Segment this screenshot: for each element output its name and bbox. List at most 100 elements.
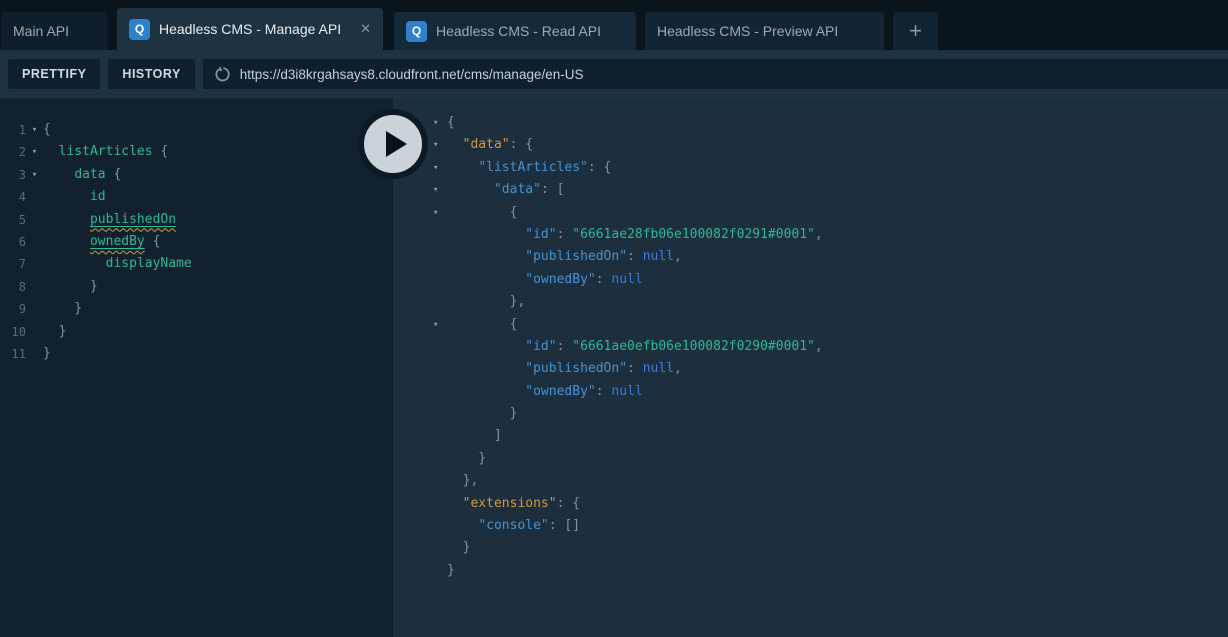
line-number: 9 xyxy=(0,298,26,320)
code-line: "ownedBy": null xyxy=(393,381,1228,403)
line-number: 11 xyxy=(0,343,26,365)
fold-gutter xyxy=(433,246,447,268)
code-line: 8 } xyxy=(0,276,393,298)
query-icon: Q xyxy=(406,21,427,42)
fold-gutter xyxy=(26,186,43,208)
code-line: ▾ "data": [ xyxy=(393,179,1228,201)
fold-gutter xyxy=(26,343,43,365)
code-text: "ownedBy": null xyxy=(447,381,643,403)
code-text: "console": [] xyxy=(447,515,580,537)
code-text: "publishedOn": null, xyxy=(447,246,682,268)
query-icon: Q xyxy=(129,19,150,40)
code-text: "listArticles": { xyxy=(447,157,611,179)
code-text: "data": [ xyxy=(447,179,564,201)
code-line: "publishedOn": null, xyxy=(393,358,1228,380)
line-number: 7 xyxy=(0,253,26,275)
code-text: ] xyxy=(447,425,502,447)
code-line: ▾{ xyxy=(393,112,1228,134)
fold-gutter xyxy=(433,381,447,403)
code-line: ▾ "data": { xyxy=(393,134,1228,156)
fold-gutter xyxy=(26,276,43,298)
code-text: } xyxy=(447,537,470,559)
code-text: } xyxy=(43,343,51,365)
execute-query-button[interactable] xyxy=(358,109,428,179)
line-number: 5 xyxy=(0,209,26,231)
code-line: 7 displayName xyxy=(0,253,393,275)
code-text: "data": { xyxy=(447,134,533,156)
query-editor-pane[interactable]: 1▾{2▾ listArticles {3▾ data {4 id5 publi… xyxy=(0,98,393,637)
fold-gutter xyxy=(26,298,43,320)
code-line: ▾ { xyxy=(393,202,1228,224)
code-line: "publishedOn": null, xyxy=(393,246,1228,268)
code-line: "ownedBy": null xyxy=(393,269,1228,291)
close-tab-icon[interactable]: ✕ xyxy=(350,21,371,37)
tab-headless-cms-read-api[interactable]: Q Headless CMS - Read API xyxy=(394,12,636,50)
code-text: { xyxy=(43,119,51,141)
code-text: } xyxy=(43,276,98,298)
line-number: 8 xyxy=(0,276,26,298)
fold-gutter xyxy=(433,403,447,425)
code-text: "id": "6661ae0efb06e100082f0290#0001", xyxy=(447,336,823,358)
code-text: } xyxy=(447,560,455,582)
code-line: ▾ "listArticles": { xyxy=(393,157,1228,179)
fold-arrow-icon[interactable]: ▾ xyxy=(26,164,43,186)
fold-arrow-icon[interactable]: ▾ xyxy=(433,134,447,156)
fold-gutter xyxy=(433,425,447,447)
line-number: 2 xyxy=(0,141,26,163)
fold-arrow-icon[interactable]: ▾ xyxy=(26,141,43,163)
code-line: 5 publishedOn xyxy=(0,209,393,231)
code-text: { xyxy=(447,314,517,336)
endpoint-url: https://d3i8krgahsays8.cloudfront.net/cm… xyxy=(240,67,584,82)
code-line: } xyxy=(393,403,1228,425)
code-line: ] xyxy=(393,425,1228,447)
graphql-playground-window: Main API Q Headless CMS - Manage API ✕ Q… xyxy=(0,0,1228,637)
tab-label: Main API xyxy=(13,23,69,39)
response-viewer: ▾{▾ "data": {▾ "listArticles": {▾ "data"… xyxy=(393,98,1228,582)
fold-arrow-icon[interactable]: ▾ xyxy=(433,179,447,201)
line-number: 6 xyxy=(0,231,26,253)
tab-label: Headless CMS - Preview API xyxy=(657,23,838,39)
code-text: ownedBy { xyxy=(43,231,160,253)
code-text: publishedOn xyxy=(43,209,176,231)
line-number: 10 xyxy=(0,321,26,343)
code-line: "extensions": { xyxy=(393,493,1228,515)
endpoint-url-field[interactable]: https://d3i8krgahsays8.cloudfront.net/cm… xyxy=(203,59,1228,89)
fold-arrow-icon[interactable]: ▾ xyxy=(433,157,447,179)
code-text: listArticles { xyxy=(43,141,168,163)
tab-headless-cms-preview-api[interactable]: Headless CMS - Preview API xyxy=(645,12,884,50)
code-line: "console": [] xyxy=(393,515,1228,537)
fold-arrow-icon[interactable]: ▾ xyxy=(433,112,447,134)
query-editor[interactable]: 1▾{2▾ listArticles {3▾ data {4 id5 publi… xyxy=(0,98,393,365)
code-line: 3▾ data { xyxy=(0,164,393,186)
fold-gutter xyxy=(26,321,43,343)
fold-gutter xyxy=(433,358,447,380)
prettify-button[interactable]: PRETTIFY xyxy=(8,59,100,89)
tab-headless-cms-manage-api[interactable]: Q Headless CMS - Manage API ✕ xyxy=(117,8,383,50)
code-text: }, xyxy=(447,470,478,492)
code-text: }, xyxy=(447,291,525,313)
fold-gutter xyxy=(433,537,447,559)
code-text: "id": "6661ae28fb06e100082f0291#0001", xyxy=(447,224,823,246)
code-text: } xyxy=(43,298,82,320)
refresh-icon xyxy=(214,66,231,83)
code-line: 10 } xyxy=(0,321,393,343)
code-line: 6 ownedBy { xyxy=(0,231,393,253)
fold-arrow-icon[interactable]: ▾ xyxy=(433,314,447,336)
fold-gutter xyxy=(433,493,447,515)
code-line: 9 } xyxy=(0,298,393,320)
code-text: } xyxy=(447,403,517,425)
code-line: "id": "6661ae0efb06e100082f0290#0001", xyxy=(393,336,1228,358)
fold-arrow-icon[interactable]: ▾ xyxy=(26,119,43,141)
code-line: }, xyxy=(393,470,1228,492)
play-icon xyxy=(386,131,407,157)
code-line: ▾ { xyxy=(393,314,1228,336)
code-text: displayName xyxy=(43,253,192,275)
line-number: 4 xyxy=(0,186,26,208)
code-line: } xyxy=(393,537,1228,559)
toolbar: PRETTIFY HISTORY https://d3i8krgahsays8.… xyxy=(0,50,1228,98)
fold-arrow-icon[interactable]: ▾ xyxy=(433,202,447,224)
new-tab-button[interactable]: + xyxy=(893,12,938,50)
history-button[interactable]: HISTORY xyxy=(108,59,194,89)
tab-main-api[interactable]: Main API xyxy=(1,12,107,50)
code-text: { xyxy=(447,112,455,134)
